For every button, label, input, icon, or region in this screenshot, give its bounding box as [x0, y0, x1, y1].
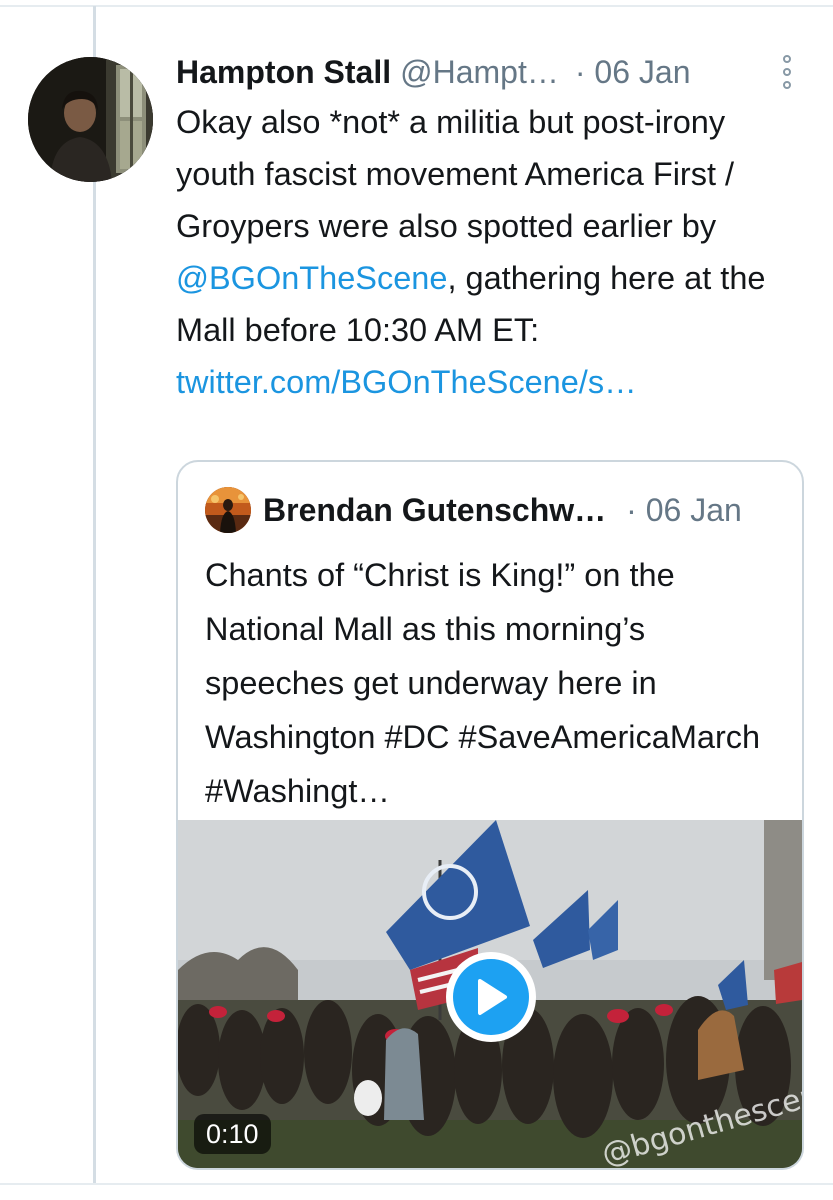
tweet-text-body: Okay also *not* a militia but post-irony…: [176, 104, 735, 244]
tweet[interactable]: Hampton Stall @Hampt… · 06 Jan Okay also…: [176, 48, 796, 408]
quoted-author-name[interactable]: Brendan Gutenschw…: [263, 492, 606, 529]
quoted-tweet-header: Brendan Gutenschw… · 06 Jan: [205, 486, 742, 534]
video-player[interactable]: 0:10 @bgonthescene: [178, 820, 802, 1168]
thread-connector-line: [93, 6, 96, 1184]
author-avatar[interactable]: [28, 57, 153, 182]
mention-link[interactable]: @BGOnTheScene: [176, 260, 447, 296]
quoted-tweet-text: Chants of “Christ is King!” on the Natio…: [205, 557, 761, 809]
tweet-header: Hampton Stall @Hampt… · 06 Jan: [176, 48, 796, 96]
more-dot: [783, 68, 791, 76]
tweet-date[interactable]: · 06 Jan: [575, 48, 691, 96]
quoted-tweet-card[interactable]: Brendan Gutenschw… · 06 Jan Chants of “C…: [176, 460, 804, 1170]
play-icon: [453, 959, 529, 1035]
quoted-author-avatar[interactable]: [205, 487, 251, 533]
quoted-tweet-date[interactable]: · 06 Jan: [626, 492, 742, 529]
tweet-text: Okay also *not* a militia but post-irony…: [176, 96, 796, 408]
more-options-icon[interactable]: [780, 55, 794, 89]
top-divider: [0, 5, 833, 7]
bottom-divider: [0, 1183, 833, 1185]
play-button[interactable]: [446, 952, 536, 1042]
author-handle[interactable]: @Hampt…: [400, 48, 559, 96]
quoted-author-avatar-image: [205, 487, 251, 533]
url-link[interactable]: twitter.com/BGOnTheScene/s…: [176, 364, 637, 400]
more-dot: [783, 55, 791, 63]
author-avatar-image: [28, 57, 153, 182]
play-triangle-icon: [478, 979, 507, 1015]
tweet-thread-view: Hampton Stall @Hampt… · 06 Jan Okay also…: [0, 0, 833, 1200]
video-duration: 0:10: [194, 1114, 271, 1154]
more-dot: [783, 81, 791, 89]
author-name[interactable]: Hampton Stall: [176, 48, 391, 96]
